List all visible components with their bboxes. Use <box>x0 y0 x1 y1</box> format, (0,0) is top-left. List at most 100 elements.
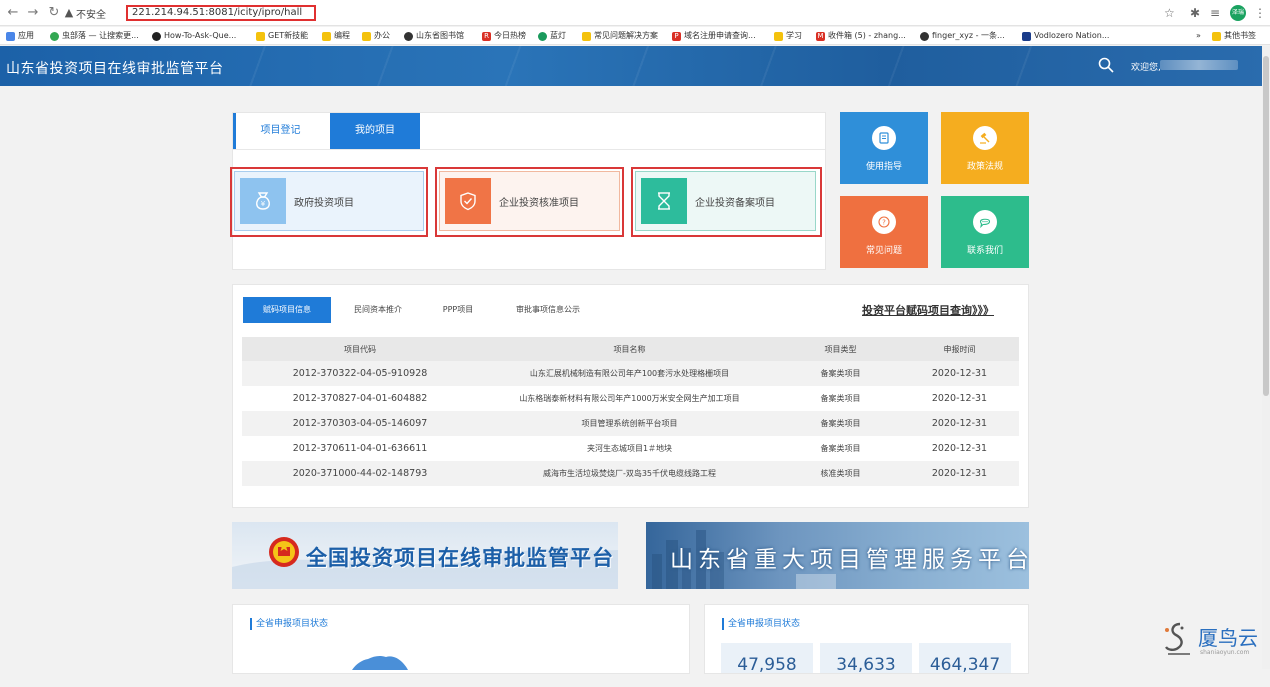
bookmark-favicon-icon <box>920 31 929 41</box>
project-name-cell: 夹河生态城项目1＃地块 <box>478 436 781 461</box>
browser-toolbar: ← → ↻ ▲ 不安全 221.214.94.51:8081/icity/ipr… <box>0 0 1270 26</box>
money-bag-icon: ¥ <box>240 178 286 224</box>
table-header-row: 项目代码 项目名称 项目类型 申报时间 <box>242 337 1019 361</box>
bookmark-folder[interactable]: GET新技能 <box>256 30 308 42</box>
github-icon <box>152 31 161 41</box>
security-label[interactable]: 不安全 <box>76 6 106 21</box>
bookmark-item[interactable]: P 域名注册申请查询... <box>672 30 756 42</box>
table-row[interactable]: 2012-370303-04-05-146097 项目管理系统创新平台项目 备案类项… <box>242 411 1019 436</box>
star-icon[interactable]: ☆ <box>1164 5 1175 21</box>
profile-avatar[interactable]: 泽瑞 <box>1230 5 1246 21</box>
bookmarks-overflow[interactable]: » <box>1196 30 1201 42</box>
tab-assigned-code-projects[interactable]: 赋码项目信息 <box>243 297 331 323</box>
tile-label: 政策法规 <box>966 162 1003 172</box>
tile-faq[interactable]: ? 常见问题 <box>840 196 928 268</box>
tile-usage-guide[interactable]: 使用指导 <box>840 112 928 184</box>
forward-icon[interactable]: → <box>26 5 40 21</box>
address-bar[interactable]: 221.214.94.51:8081/icity/ipro/hall <box>126 5 316 21</box>
panel-title: 全省申报项目状态 <box>722 618 800 630</box>
reload-icon[interactable]: ↻ <box>47 5 61 21</box>
tile-label: 联系我们 <box>966 246 1003 256</box>
watermark-brand: 厦鸟云 <box>1198 626 1258 650</box>
tabs-divider <box>233 149 825 150</box>
bird-logo-icon <box>1165 622 1190 655</box>
bookmark-label: How-To-Ask-Que... <box>164 31 237 40</box>
bookmark-label: 今日热榜 <box>494 31 526 40</box>
tab-private-capital[interactable]: 民间资本推介 <box>340 297 416 323</box>
shandong-major-projects-banner[interactable]: 山东省重大项目管理服务平台 <box>646 522 1029 589</box>
project-type-cell: 备案类项目 <box>781 361 900 386</box>
extension-icon[interactable]: ✱ <box>1190 5 1200 21</box>
bookmark-item[interactable]: M 收件箱 (5) - zhang... <box>816 30 906 42</box>
bookmark-folder[interactable]: 编程 <box>322 30 350 42</box>
table-row[interactable]: 2020-371000-44-02-148793 威海市生活垃圾焚烧厂-双岛35千… <box>242 461 1019 486</box>
bookmark-label: 编程 <box>334 31 350 40</box>
tile-policy[interactable]: 政策法规 <box>941 112 1029 184</box>
bookmark-folder[interactable]: 学习 <box>774 30 802 42</box>
project-date-cell: 2020-12-31 <box>900 361 1019 386</box>
project-name-cell: 山东汇展机械制造有限公司年产100套污水处理格栅项目 <box>478 361 781 386</box>
national-platform-banner[interactable]: 全国投资项目在线审批监管平台 <box>232 522 618 589</box>
tile-contact[interactable]: 联系我们 <box>941 196 1029 268</box>
user-name-redacted[interactable] <box>1160 60 1238 70</box>
approval-project-button[interactable]: 企业投资核准项目 <box>439 171 620 231</box>
bookmark-item[interactable]: R 今日热榜 <box>482 30 526 42</box>
search-icon[interactable] <box>1098 57 1114 73</box>
bookmark-label: 办公 <box>374 31 390 40</box>
assigned-project-query-link[interactable]: 投资平台赋码项目查询》》》 <box>862 302 994 318</box>
document-icon <box>872 126 896 150</box>
bookmark-apps[interactable]: 应用 <box>6 30 34 42</box>
bookmark-item[interactable]: Vodlozero Nation... <box>1022 30 1109 42</box>
bookmark-label: 收件箱 (5) - zhang... <box>828 31 906 40</box>
table-row[interactable]: 2012-370322-04-05-910928 山东汇展机械制造有限公司年产10… <box>242 361 1019 386</box>
tab-ppp-projects[interactable]: PPP项目 <box>430 297 486 323</box>
bookmark-label: Vodlozero Nation... <box>1034 31 1110 40</box>
media-icon[interactable]: ≡ <box>1210 5 1220 21</box>
tab-my-projects[interactable]: 我的项目 <box>330 113 420 149</box>
site-title: 山东省投资项目在线审批监管平台 <box>6 61 224 77</box>
bookmark-label: finger_xyz - 一条... <box>932 31 1005 40</box>
folder-icon <box>1212 31 1221 41</box>
tile-label: 使用指导 <box>865 162 902 172</box>
table-row[interactable]: 2012-370827-04-01-604882 山东格瑞泰新材料有限公司年产10… <box>242 386 1019 411</box>
bookmark-label: 域名注册申请查询... <box>684 31 756 40</box>
project-type-cell: 备案类项目 <box>781 411 900 436</box>
bookmark-item[interactable]: 蓝灯 <box>538 30 566 42</box>
project-name-cell: 威海市生活垃圾焚烧厂-双岛35千伏电缆线路工程 <box>478 461 781 486</box>
bookmark-folder[interactable]: 常见问题解决方案 <box>582 30 658 42</box>
watermark: 厦鸟云 shaniaoyun.com <box>1162 618 1262 662</box>
column-header: 申报时间 <box>900 337 1019 361</box>
bookmark-favicon-icon <box>538 31 547 41</box>
bookmark-label: 其他书签 <box>1224 31 1256 40</box>
folder-icon <box>582 31 591 41</box>
gmail-icon: M <box>816 31 825 41</box>
bookmark-item[interactable]: finger_xyz - 一条... <box>920 30 1005 42</box>
province-map-icon <box>352 655 408 670</box>
bookmark-label: 学习 <box>786 31 802 40</box>
project-code-cell: 2012-370827-04-01-604882 <box>242 386 478 411</box>
table-row[interactable]: 2012-370611-04-01-636611 夹河生态城项目1＃地块 备案类项目… <box>242 436 1019 461</box>
scrollbar-thumb[interactable] <box>1263 56 1269 396</box>
bookmark-label: GET新技能 <box>268 31 309 40</box>
panel-title: 全省申报项目状态 <box>250 618 328 630</box>
bookmark-item[interactable]: 虫部落 — 让搜索更... <box>50 30 139 42</box>
hourglass-icon <box>641 178 687 224</box>
warning-icon[interactable]: ▲ <box>62 5 76 21</box>
government-project-button[interactable]: ¥ 政府投资项目 <box>234 171 424 231</box>
tab-project-register[interactable]: 项目登记 <box>233 113 325 149</box>
bookmarks-bar: 应用 虫部落 — 让搜索更... How-To-Ask-Que... GET新技… <box>0 27 1270 45</box>
record-project-button[interactable]: 企业投资备案项目 <box>635 171 816 231</box>
tab-approval-info[interactable]: 审批事项信息公示 <box>500 297 596 323</box>
bookmark-favicon-icon <box>1022 31 1031 41</box>
project-type-cell: 备案类项目 <box>781 436 900 461</box>
back-icon[interactable]: ← <box>6 5 20 21</box>
bookmark-folder[interactable]: 办公 <box>362 30 390 42</box>
other-bookmarks[interactable]: 其他书签 <box>1212 30 1256 42</box>
gavel-icon <box>973 126 997 150</box>
project-type-cell: 备案类项目 <box>781 386 900 411</box>
column-header: 项目代码 <box>242 337 478 361</box>
approval-project-label: 企业投资核准项目 <box>499 197 579 209</box>
bookmark-item[interactable]: How-To-Ask-Que... <box>152 30 236 42</box>
bookmark-item[interactable]: 山东省图书馆 <box>404 30 464 42</box>
menu-icon[interactable]: ⋮ <box>1254 5 1266 21</box>
